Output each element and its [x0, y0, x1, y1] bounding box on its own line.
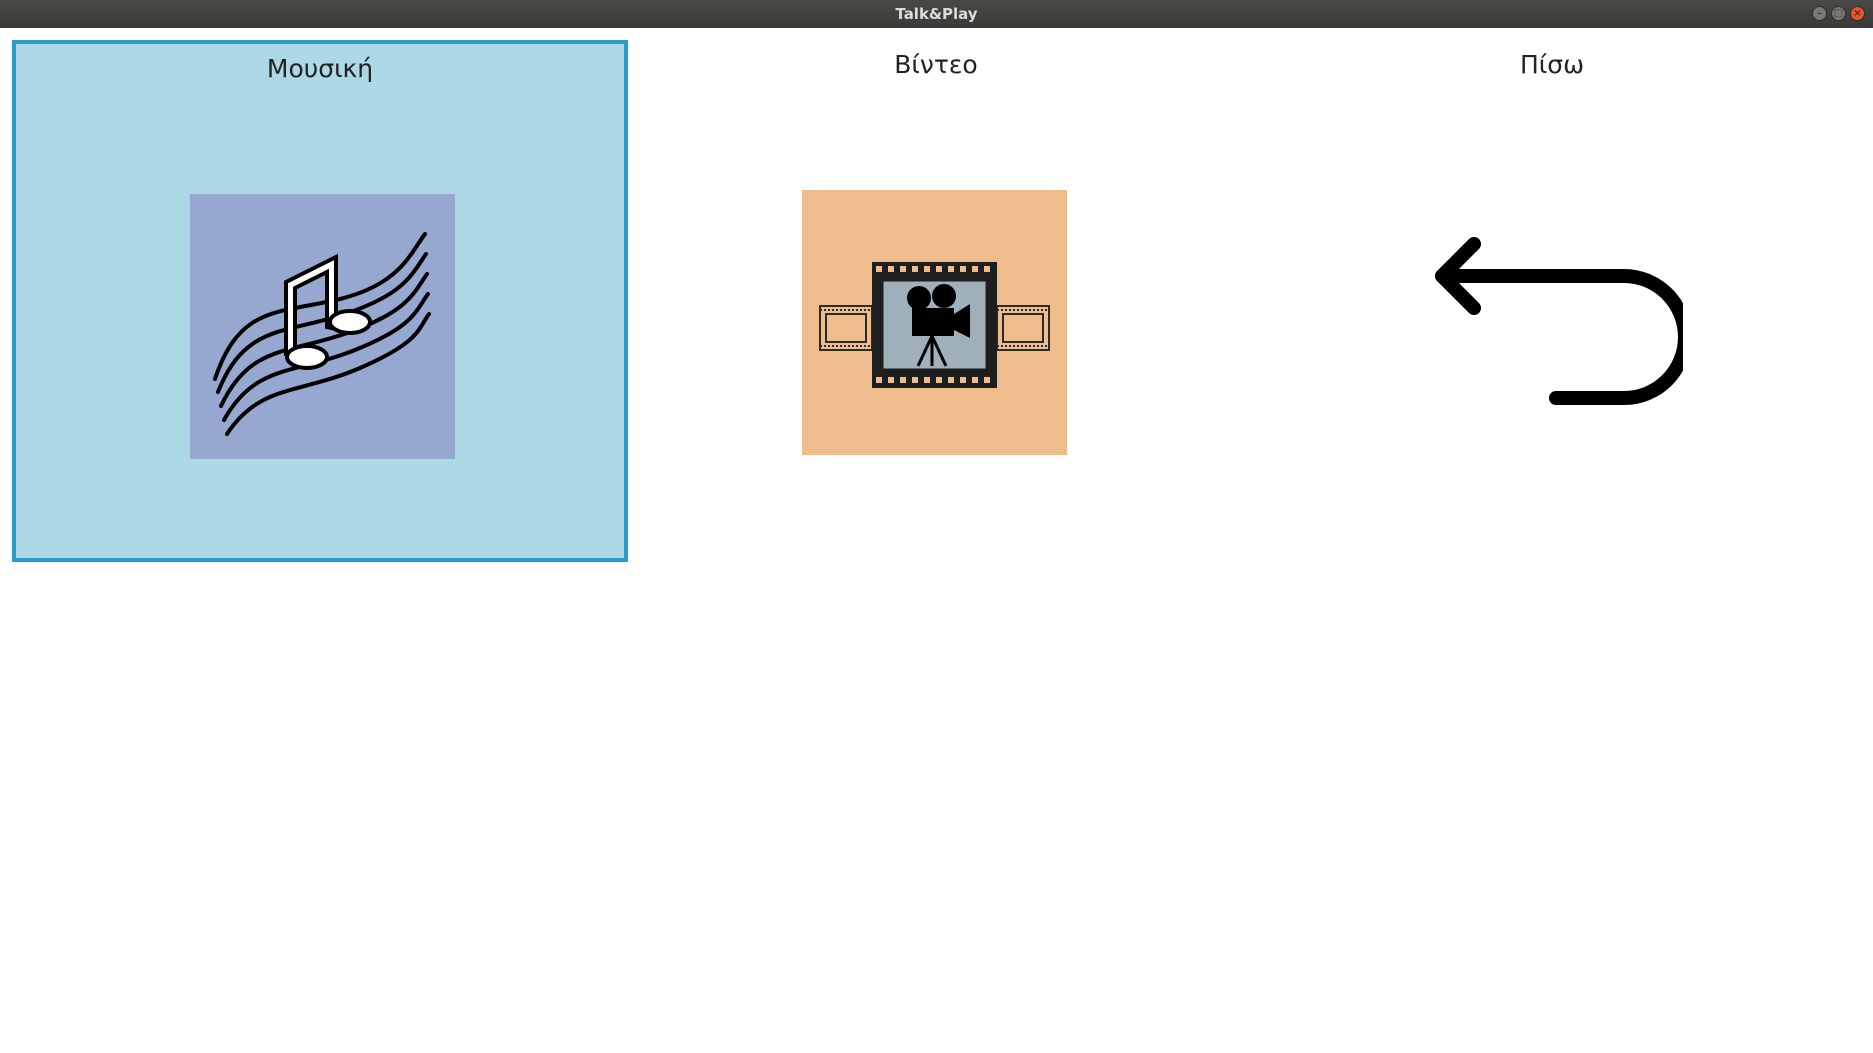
- window-titlebar: Talk&Play – □ ×: [0, 0, 1873, 28]
- window-title: Talk&Play: [895, 5, 978, 23]
- back-arrow-icon: [1435, 237, 1683, 405]
- tile-back-label: Πίσω: [1519, 50, 1585, 79]
- maximize-button[interactable]: □: [1831, 6, 1846, 21]
- minimize-button[interactable]: –: [1812, 6, 1827, 21]
- tile-music-label: Μουσική: [266, 54, 374, 83]
- music-notes-icon: [190, 194, 455, 459]
- close-button[interactable]: ×: [1850, 6, 1865, 21]
- tile-music[interactable]: Μουσική: [12, 40, 628, 562]
- tile-video-label: Βίντεο: [894, 50, 978, 79]
- tile-grid: Μουσική Βίντεο Πίσω: [12, 40, 1873, 562]
- tile-back[interactable]: Πίσω: [1244, 40, 1860, 562]
- window-controls: – □ ×: [1812, 6, 1865, 21]
- tile-video[interactable]: Βίντεο: [628, 40, 1244, 562]
- movie-camera-icon: [802, 190, 1067, 455]
